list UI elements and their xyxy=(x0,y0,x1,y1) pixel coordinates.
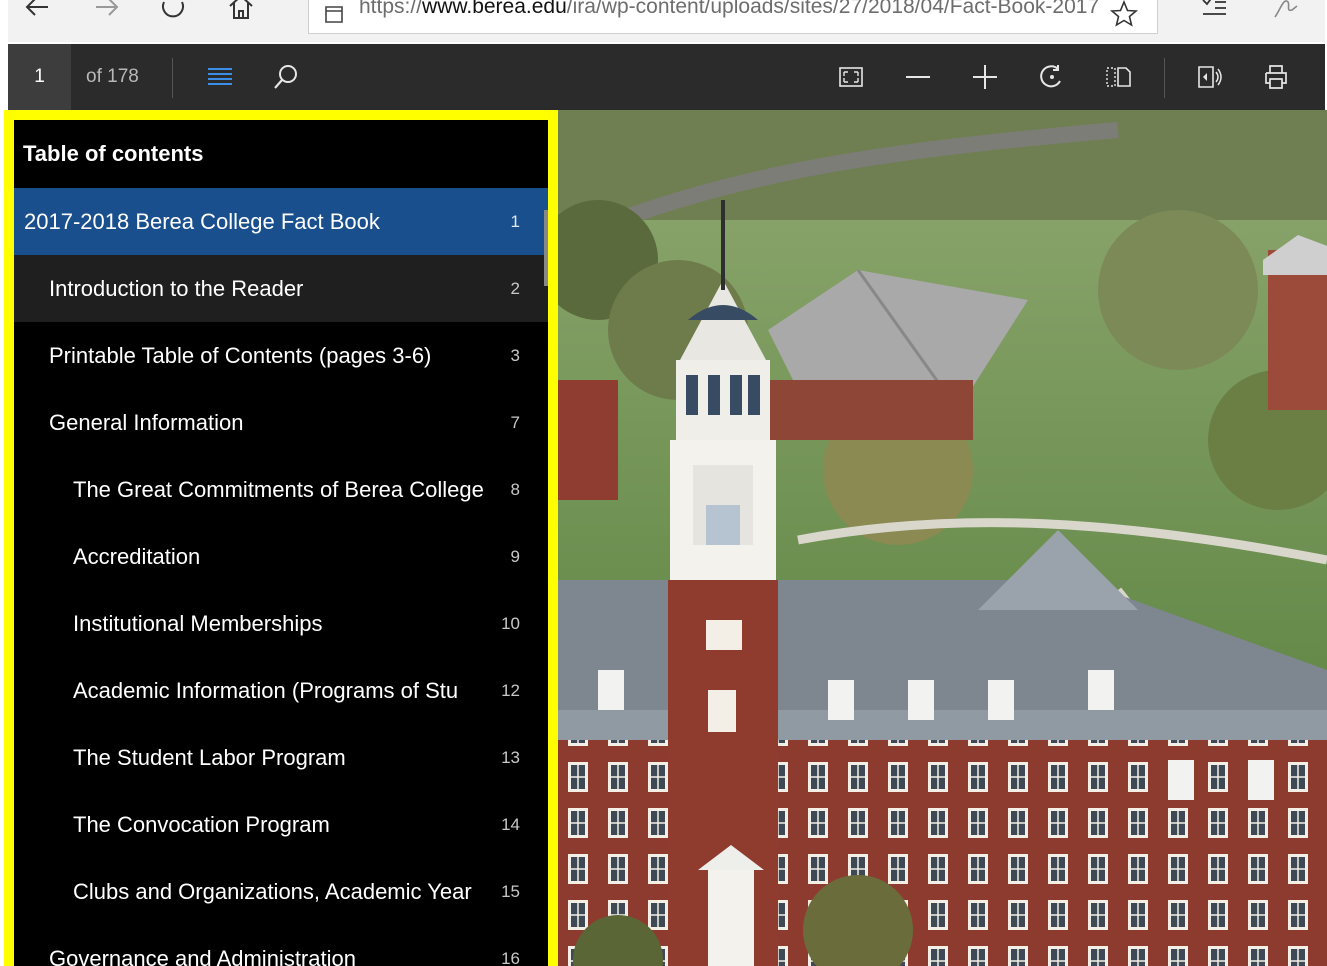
toc-item-student-labor-program[interactable]: The Student Labor Program 13 xyxy=(14,724,548,791)
browser-bar: https://www.berea.edu/ira/wp-content/upl… xyxy=(8,0,1325,42)
toc-item-page: 2 xyxy=(510,279,520,298)
toolbar-separator xyxy=(1164,58,1165,98)
search-button[interactable] xyxy=(266,57,306,97)
toc-item-fact-book[interactable]: 2017-2018 Berea College Fact Book 1 xyxy=(14,188,548,255)
read-aloud-button[interactable] xyxy=(1190,57,1230,97)
toc-item-label: General Information xyxy=(49,409,244,435)
toc-item-convocation-program[interactable]: The Convocation Program 14 xyxy=(14,791,548,858)
toc-item-page: 1 xyxy=(510,212,520,231)
page-layout-icon xyxy=(1106,67,1131,87)
toc-item-academic-information[interactable]: Academic Information (Programs of Stu 12 xyxy=(14,657,548,724)
toc-item-page: 14 xyxy=(501,815,520,834)
toc-item-great-commitments[interactable]: The Great Commitments of Berea College 8 xyxy=(14,456,548,523)
read-aloud-icon xyxy=(1198,66,1222,88)
toc-item-label: Introduction to the Reader xyxy=(49,275,304,301)
printer-icon xyxy=(1265,65,1287,89)
toc-item-label: Clubs and Organizations, Academic Year xyxy=(73,878,472,904)
toc-item-label: Governance and Administration xyxy=(49,945,356,966)
refresh-icon[interactable] xyxy=(152,0,188,30)
forward-arrow-icon[interactable] xyxy=(86,0,122,30)
toc-item-label: Academic Information (Programs of Stu xyxy=(73,677,459,703)
rotate-icon xyxy=(1040,65,1061,88)
plus-icon xyxy=(973,65,997,89)
toc-item-institutional-memberships[interactable]: Institutional Memberships 10 xyxy=(14,590,548,657)
toc-item-page: 16 xyxy=(501,949,520,966)
search-icon xyxy=(274,65,297,89)
toc-item-page: 7 xyxy=(510,413,520,432)
favorite-star-icon[interactable] xyxy=(1109,0,1139,29)
back-arrow-icon[interactable] xyxy=(16,0,52,30)
toc-item-page: 10 xyxy=(501,614,520,633)
page-count-label: of 178 xyxy=(86,66,139,87)
toc-item-page: 15 xyxy=(501,882,520,901)
pdf-page-view[interactable] xyxy=(558,110,1327,966)
home-icon[interactable] xyxy=(220,0,256,30)
favorites-list-icon[interactable] xyxy=(1193,0,1229,30)
print-button[interactable] xyxy=(1256,57,1296,97)
campus-aerial-photo xyxy=(558,110,1327,966)
toc-scrollbar-thumb[interactable] xyxy=(544,210,548,286)
address-bar[interactable]: https://www.berea.edu/ira/wp-content/upl… xyxy=(308,0,1158,34)
toc-item-general-information[interactable]: General Information 7 xyxy=(14,389,548,456)
toc-list: 2017-2018 Berea College Fact Book 1 Intr… xyxy=(14,188,548,966)
rotate-button[interactable] xyxy=(1032,57,1072,97)
fit-page-button[interactable] xyxy=(831,57,871,97)
toc-item-label: The Student Labor Program xyxy=(73,744,346,770)
toc-item-label: The Convocation Program xyxy=(73,811,330,837)
toc-item-label: The Great Commitments of Berea College xyxy=(73,476,484,502)
pdf-toolbar: 1 of 178 xyxy=(8,44,1325,110)
toc-item-introduction[interactable]: Introduction to the Reader 2 xyxy=(14,255,548,322)
toc-item-governance-administration[interactable]: Governance and Administration 16 xyxy=(14,925,548,966)
minus-icon xyxy=(906,76,930,78)
toc-item-page: 12 xyxy=(501,681,520,700)
pen-annotate-icon[interactable] xyxy=(1264,0,1300,30)
toc-item-page: 13 xyxy=(501,748,520,767)
toc-item-label: Accreditation xyxy=(73,543,201,569)
table-of-contents-button[interactable] xyxy=(200,57,240,97)
page-layout-button[interactable] xyxy=(1098,57,1138,97)
zoom-out-button[interactable] xyxy=(898,57,938,97)
table-of-contents-panel: Table of contents 2017-2018 Berea Colleg… xyxy=(4,110,558,966)
toc-item-page: 3 xyxy=(510,346,520,365)
toc-item-clubs-organizations[interactable]: Clubs and Organizations, Academic Year 1… xyxy=(14,858,548,925)
toc-item-printable-toc[interactable]: Printable Table of Contents (pages 3-6) … xyxy=(14,322,548,389)
toc-item-accreditation[interactable]: Accreditation 9 xyxy=(14,523,548,590)
toc-item-label: 2017-2018 Berea College Fact Book xyxy=(24,208,380,234)
toc-item-page: 9 xyxy=(510,547,520,566)
address-url: https://www.berea.edu/ira/wp-content/upl… xyxy=(359,0,1099,18)
toolbar-separator xyxy=(172,58,173,98)
toc-title: Table of contents xyxy=(23,141,204,166)
current-page-input[interactable]: 1 xyxy=(8,44,71,110)
toc-list-icon xyxy=(208,68,232,85)
page-icon xyxy=(325,6,343,23)
toc-item-page: 8 xyxy=(510,480,520,499)
zoom-in-button[interactable] xyxy=(965,57,1005,97)
toc-item-label: Printable Table of Contents (pages 3-6) xyxy=(49,342,432,368)
fit-page-icon xyxy=(839,67,863,87)
toc-item-label: Institutional Memberships xyxy=(73,610,323,636)
